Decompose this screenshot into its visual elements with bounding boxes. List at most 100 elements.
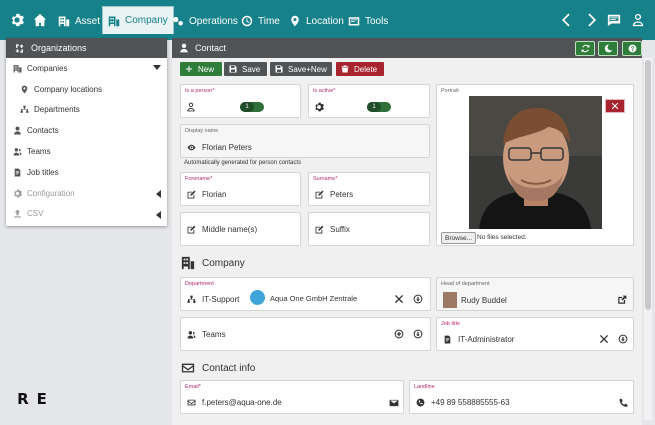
save-button-label: Save bbox=[242, 64, 261, 74]
home-icon[interactable] bbox=[33, 13, 47, 27]
nav-operations-label: Operations bbox=[189, 15, 238, 27]
surname-text: Peters bbox=[330, 190, 354, 199]
portrait-photo bbox=[469, 96, 602, 229]
nav-operations[interactable]: Operations bbox=[172, 8, 238, 34]
user-icon bbox=[186, 102, 196, 112]
logo: RE bbox=[10, 388, 54, 409]
document-icon bbox=[444, 335, 451, 344]
add-circle-icon[interactable] bbox=[394, 329, 404, 339]
sidebar-item-label: Job titles bbox=[27, 167, 59, 177]
scrollbar-thumb[interactable] bbox=[645, 60, 651, 310]
edit-icon bbox=[315, 225, 324, 234]
new-button[interactable]: New bbox=[180, 62, 222, 76]
display-name-text: Florian Peters bbox=[202, 143, 252, 152]
dropdown-circle-icon[interactable] bbox=[618, 334, 628, 344]
save-new-button[interactable]: Save+New bbox=[270, 62, 332, 76]
call-icon[interactable] bbox=[618, 398, 628, 408]
building-icon bbox=[13, 65, 22, 73]
gear-icon bbox=[314, 102, 324, 112]
delete-button[interactable]: Delete bbox=[336, 62, 384, 76]
portrait-label: Portrait bbox=[441, 88, 459, 94]
eye-icon bbox=[187, 144, 196, 151]
save-icon bbox=[229, 65, 237, 73]
dropdown-circle-icon[interactable] bbox=[413, 294, 423, 304]
middle-name-field[interactable]: Middle name(s) bbox=[180, 212, 301, 246]
sidebar-item-configuration[interactable]: Configuration bbox=[6, 183, 167, 204]
is-person-toggle[interactable]: 1 bbox=[240, 102, 264, 112]
moon-icon bbox=[604, 44, 612, 53]
sidebar-item-label: Configuration bbox=[27, 188, 75, 198]
company-section-heading: Company bbox=[181, 256, 245, 270]
upload-icon bbox=[14, 210, 21, 218]
help-button[interactable] bbox=[622, 41, 642, 56]
landline-label: Landline bbox=[414, 384, 435, 390]
close-icon bbox=[611, 102, 619, 110]
company-logo-icon bbox=[250, 290, 265, 305]
sidebar-item-departments[interactable]: Departments bbox=[6, 100, 167, 121]
email-field[interactable]: Email* f.peters@aqua-one.de bbox=[180, 380, 404, 414]
nav-time[interactable]: Time bbox=[241, 8, 280, 34]
users-icon bbox=[187, 331, 196, 339]
browse-button[interactable]: Browse... bbox=[441, 232, 477, 244]
save-button[interactable]: Save bbox=[224, 62, 267, 76]
refresh-button[interactable] bbox=[575, 41, 595, 56]
head-of-department-name: Rudy Buddel bbox=[461, 296, 507, 305]
top-navigation-bar: Asset Company Operations Time Location T… bbox=[0, 0, 655, 40]
job-title-field[interactable]: Job title IT-Administrator bbox=[436, 317, 634, 351]
sidebar-item-company-locations[interactable]: Company locations bbox=[6, 79, 167, 100]
sidebar-item-csv[interactable]: CSV bbox=[6, 204, 167, 225]
nav-company[interactable]: Company bbox=[102, 6, 174, 34]
display-name-field: Display name Florian Peters bbox=[180, 124, 430, 158]
nav-time-label: Time bbox=[258, 15, 280, 27]
sidebar-item-companies[interactable]: Companies bbox=[6, 58, 167, 79]
send-mail-icon[interactable] bbox=[389, 398, 399, 408]
user-icon[interactable] bbox=[631, 13, 645, 27]
chat-icon[interactable] bbox=[607, 13, 621, 27]
open-link-icon[interactable] bbox=[617, 295, 627, 305]
settings-gear-icon[interactable] bbox=[10, 13, 24, 27]
clock-icon bbox=[241, 15, 253, 27]
chevron-right-icon[interactable] bbox=[584, 13, 598, 27]
logo-mark: RE bbox=[17, 389, 55, 408]
teams-field[interactable]: Teams bbox=[180, 317, 431, 351]
scrollbar[interactable] bbox=[644, 58, 652, 420]
trash-icon bbox=[341, 65, 349, 73]
email-label: Email* bbox=[185, 384, 201, 390]
suffix-value: Suffix bbox=[315, 225, 350, 234]
nav-location[interactable]: Location bbox=[289, 8, 344, 34]
clear-icon[interactable] bbox=[394, 294, 404, 304]
caret-left-icon bbox=[156, 210, 161, 219]
is-active-toggle[interactable]: 1 bbox=[367, 102, 391, 112]
users-icon bbox=[13, 148, 22, 156]
sidebar-item-contacts[interactable]: Contacts bbox=[6, 120, 167, 141]
sidebar-item-teams[interactable]: Teams bbox=[6, 141, 167, 162]
night-mode-button[interactable] bbox=[598, 41, 618, 56]
suffix-field[interactable]: Suffix bbox=[308, 212, 430, 246]
department-field[interactable]: Department IT-Support Aqua One GmbH Zent… bbox=[180, 277, 431, 311]
is-active-field: Is active* 1 bbox=[308, 84, 430, 118]
clear-icon[interactable] bbox=[599, 334, 609, 344]
sidebar-item-label: CSV bbox=[27, 209, 44, 219]
save-icon bbox=[275, 65, 283, 73]
contact-info-section-title: Contact info bbox=[202, 362, 256, 374]
sidebar-item-job-titles[interactable]: Job titles bbox=[6, 162, 167, 183]
is-person-label: Is a person* bbox=[185, 88, 215, 94]
save-new-button-label: Save+New bbox=[288, 64, 327, 74]
sidebar-item-label: Companies bbox=[27, 63, 68, 73]
sidebar-item-label: Company locations bbox=[34, 84, 103, 94]
display-name-value: Florian Peters bbox=[187, 143, 252, 152]
contact-info-section-heading: Contact info bbox=[181, 361, 255, 375]
gears-icon bbox=[173, 16, 183, 26]
nav-tools[interactable]: Tools bbox=[348, 8, 388, 34]
teams-placeholder: Teams bbox=[202, 330, 226, 339]
landline-field[interactable]: Landline +49 89 558885555-63 bbox=[409, 380, 634, 414]
nav-asset[interactable]: Asset bbox=[58, 8, 100, 34]
no-files-text: No files selected. bbox=[477, 234, 527, 241]
surname-field[interactable]: Surname* Peters bbox=[308, 172, 430, 206]
chevron-left-icon[interactable] bbox=[560, 13, 574, 27]
remove-portrait-button[interactable] bbox=[605, 99, 625, 113]
dropdown-circle-icon[interactable] bbox=[413, 329, 423, 339]
forename-field[interactable]: Forename* Florian bbox=[180, 172, 301, 206]
surname-value: Peters bbox=[315, 190, 353, 199]
department-label: Department bbox=[185, 281, 214, 287]
